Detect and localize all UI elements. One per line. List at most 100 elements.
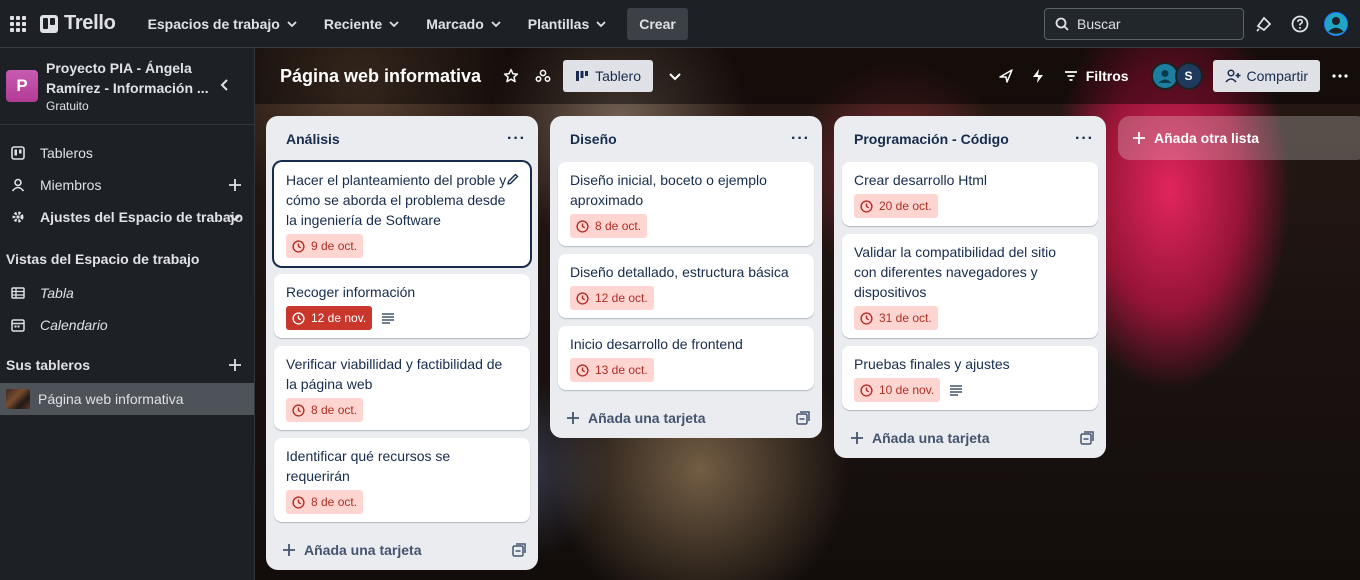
due-date-badge[interactable]: 8 de oct.	[286, 490, 364, 514]
workspace-header: P Proyecto PIA - Ángela Ramírez - Inform…	[0, 48, 254, 125]
due-date-badge[interactable]: 20 de oct.	[854, 194, 938, 218]
sidebar-item-table-view[interactable]: Tabla	[0, 277, 254, 309]
add-card-button[interactable]: Añada una tarjeta	[266, 530, 538, 570]
app-switcher-icon[interactable]	[0, 0, 36, 48]
card[interactable]: Verificar viabillidad y factibilidad de …	[274, 346, 530, 430]
add-card-label: Añada una tarjeta	[872, 430, 990, 446]
trello-logo[interactable]: Trello	[40, 12, 116, 35]
list-title[interactable]: Programación - Código	[854, 131, 1009, 147]
due-date-badge-overdue[interactable]: 12 de nov.	[286, 306, 373, 330]
search-input[interactable]: Buscar	[1044, 8, 1244, 40]
sidebar-item-calendar-view[interactable]: Calendario	[0, 309, 254, 341]
card-badges: 8 de oct.	[570, 214, 802, 238]
due-date-badge[interactable]: 31 de oct.	[854, 306, 938, 330]
nav-starred[interactable]: Marcado	[416, 8, 512, 40]
sidebar-item-label: Calendario	[40, 317, 108, 333]
board-view-button[interactable]: Tablero	[563, 60, 653, 92]
list-title[interactable]: Análisis	[286, 131, 340, 147]
list-header[interactable]: Diseño ···	[550, 116, 822, 162]
share-button[interactable]: Compartir	[1212, 60, 1320, 92]
list-header[interactable]: Análisis ···	[266, 116, 538, 162]
trello-logo-icon	[40, 14, 58, 33]
sidebar-board-item[interactable]: Página web informativa	[0, 383, 254, 415]
due-date-text: 20 de oct.	[879, 199, 932, 213]
card-title: Pruebas finales y ajustes	[854, 356, 1010, 372]
create-from-template-icon[interactable]	[1080, 431, 1094, 445]
add-board-icon[interactable]	[228, 358, 242, 372]
search-placeholder: Buscar	[1077, 16, 1121, 32]
sidebar-item-settings[interactable]: Ajustes del Espacio de trabajo	[0, 201, 254, 233]
create-from-template-icon[interactable]	[796, 411, 810, 425]
list-actions-icon[interactable]: ···	[791, 131, 810, 147]
card-badges: 13 de oct.	[570, 358, 802, 382]
logo-text: Trello	[64, 12, 116, 34]
card[interactable]: Crear desarrollo Html 20 de oct.	[842, 162, 1098, 226]
list-header[interactable]: Programación - Código ···	[834, 116, 1106, 162]
list-actions-icon[interactable]: ···	[507, 131, 526, 147]
calendar-icon	[10, 317, 26, 333]
add-member-icon[interactable]	[228, 178, 242, 192]
chevron-down-icon[interactable]	[228, 210, 242, 224]
board-menu-icon[interactable]	[1320, 74, 1360, 78]
view-switcher-chevron-icon[interactable]	[659, 60, 691, 92]
workspace-visibility-icon[interactable]	[527, 60, 559, 92]
description-icon	[382, 313, 395, 324]
sidebar-item-members[interactable]: Miembros	[0, 169, 254, 201]
clock-icon	[860, 199, 873, 213]
card-badges: 20 de oct.	[854, 194, 1086, 218]
settings-icon	[10, 209, 26, 225]
nav-workspaces[interactable]: Espacios de trabajo	[138, 8, 308, 40]
due-date-badge[interactable]: 9 de oct.	[286, 234, 364, 258]
due-date-badge[interactable]: 8 de oct.	[570, 214, 648, 238]
help-icon[interactable]	[1288, 12, 1312, 36]
due-date-badge[interactable]: 13 de oct.	[570, 358, 654, 382]
automation-icon[interactable]	[1022, 60, 1054, 92]
add-list-label: Añada otra lista	[1154, 130, 1260, 146]
due-date-text: 10 de nov.	[879, 383, 935, 397]
card[interactable]: Recoger información 12 de nov.	[274, 274, 530, 338]
star-board-icon[interactable]	[495, 60, 527, 92]
clock-icon	[576, 219, 589, 233]
boards-icon	[10, 145, 26, 161]
due-date-badge[interactable]: 12 de oct.	[570, 286, 654, 310]
create-button[interactable]: Crear	[627, 7, 688, 40]
edit-card-icon[interactable]	[506, 172, 520, 186]
card[interactable]: Hacer el planteamiento del proble y cómo…	[274, 162, 530, 266]
workspace-name[interactable]: Proyecto PIA - Ángela Ramírez - Informac…	[46, 58, 211, 98]
sidebar-item-label: Tabla	[40, 285, 74, 301]
add-list-button[interactable]: Añada otra lista	[1118, 116, 1360, 160]
account-avatar-icon[interactable]	[1324, 12, 1348, 36]
due-date-text: 12 de nov.	[311, 311, 367, 325]
workspace-avatar[interactable]: P	[6, 70, 38, 102]
card-badges: 8 de oct.	[286, 398, 518, 422]
nav-recent[interactable]: Reciente	[314, 8, 410, 40]
clock-icon	[860, 311, 873, 325]
card-title: Identificar qué recursos se requerirán	[286, 448, 451, 484]
card[interactable]: Diseño inicial, boceto o ejemplo aproxim…	[558, 162, 814, 246]
add-card-label: Añada una tarjeta	[304, 542, 422, 558]
add-card-button[interactable]: Añada una tarjeta	[550, 398, 822, 438]
list-actions-icon[interactable]: ···	[1075, 131, 1094, 147]
filter-icon	[1064, 71, 1077, 81]
board-header: Página web informativa Tablero Filtros S	[255, 48, 1360, 104]
card[interactable]: Inicio desarrollo de frontend 13 de oct.	[558, 326, 814, 390]
notifications-icon[interactable]	[1252, 12, 1276, 36]
add-card-button[interactable]: Añada una tarjeta	[834, 418, 1106, 458]
create-from-template-icon[interactable]	[512, 543, 526, 557]
member-avatar[interactable]: S	[1174, 62, 1203, 90]
filters-button[interactable]: Filtros	[1054, 68, 1139, 84]
card[interactable]: Validar la compatibilidad del sitio con …	[842, 234, 1098, 338]
card[interactable]: Diseño detallado, estructura básica 12 d…	[558, 254, 814, 318]
card[interactable]: Identificar qué recursos se requerirán 8…	[274, 438, 530, 522]
due-date-badge[interactable]: 10 de nov.	[854, 378, 941, 402]
list-title[interactable]: Diseño	[570, 131, 617, 147]
card[interactable]: Pruebas finales y ajustes 10 de nov.	[842, 346, 1098, 410]
collapse-sidebar-icon[interactable]	[218, 78, 232, 92]
workspace-sidebar: P Proyecto PIA - Ángela Ramírez - Inform…	[0, 48, 255, 580]
due-date-badge[interactable]: 8 de oct.	[286, 398, 364, 422]
due-date-text: 8 de oct.	[311, 495, 358, 509]
power-ups-icon[interactable]	[990, 60, 1022, 92]
sidebar-item-boards[interactable]: Tableros	[0, 137, 254, 169]
board-title[interactable]: Página web informativa	[280, 66, 481, 87]
nav-templates[interactable]: Plantillas	[518, 8, 617, 40]
